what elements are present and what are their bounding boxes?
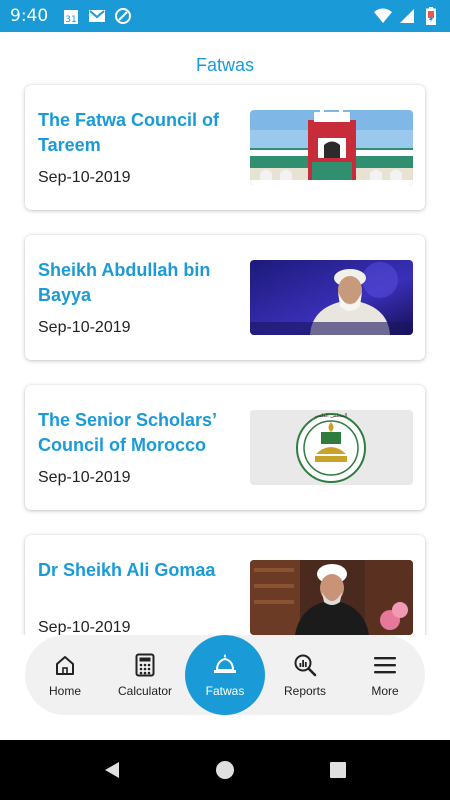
fatwa-card[interactable]: Dr Sheikh Ali Gomaa Sep-10-2019 (25, 535, 425, 635)
home-icon (52, 652, 78, 678)
wifi-icon (374, 7, 392, 25)
data-saver-icon (114, 7, 132, 25)
nav-label: Calculator (117, 684, 173, 698)
nav-more[interactable]: More (345, 635, 425, 715)
fatwa-date: Sep-10-2019 (38, 619, 131, 635)
back-icon[interactable] (100, 758, 124, 782)
fatwa-card[interactable]: The Senior Scholars’ Council of Morocco … (25, 385, 425, 510)
fatwa-card[interactable]: The Fatwa Council of Tareem Sep-10-2019 (25, 85, 425, 210)
nav-label: Home (48, 684, 81, 698)
app-header: Fatwas (0, 32, 450, 82)
recents-icon[interactable] (326, 758, 350, 782)
menu-icon (372, 652, 398, 678)
reports-search-icon (292, 652, 318, 678)
status-bar: 9:40 31 (0, 0, 450, 32)
fatwa-title: The Senior Scholars’ Council of Morocco (38, 410, 217, 455)
calendar-day: 31 (65, 15, 76, 25)
calculator-icon (132, 652, 158, 678)
mosque-icon (212, 652, 238, 678)
fatwa-date: Sep-10-2019 (38, 319, 131, 336)
gmail-icon (88, 7, 106, 25)
nav-label: Reports (283, 684, 327, 698)
page-title: Fatwas (195, 54, 255, 75)
fatwa-date: Sep-10-2019 (38, 169, 131, 186)
bottom-nav: Home Calculator Fatwas Reports More (25, 635, 425, 715)
status-time: 9:40 (10, 6, 49, 26)
fatwa-thumbnail (250, 260, 413, 335)
nav-label: Fatwas (205, 684, 245, 698)
battery-icon (422, 7, 440, 25)
fatwa-thumbnail: المجلس العلمي (250, 410, 413, 485)
nav-label: More (371, 684, 399, 698)
fatwa-title: Dr Sheikh Ali Gomaa (38, 560, 216, 580)
nav-calculator[interactable]: Calculator (105, 635, 185, 715)
calendar-icon: 31 (62, 7, 80, 25)
fatwa-title: The Fatwa Council of Tareem (38, 110, 220, 155)
nav-fatwas[interactable]: Fatwas (185, 635, 265, 715)
fatwa-date: Sep-10-2019 (38, 469, 131, 486)
fatwa-thumbnail (250, 110, 413, 185)
fatwa-title: Sheikh Abdullah bin Bayya (38, 260, 211, 305)
fatwa-thumbnail (250, 560, 413, 635)
fatwa-list[interactable]: The Fatwa Council of Tareem Sep-10-2019 (0, 82, 450, 635)
nav-reports[interactable]: Reports (265, 635, 345, 715)
system-nav-bar (0, 740, 450, 800)
home-circle-icon[interactable] (213, 758, 237, 782)
signal-icon (398, 7, 416, 25)
svg-text:المجلس العلمي: المجلس العلمي (315, 413, 348, 419)
fatwa-card[interactable]: Sheikh Abdullah bin Bayya Sep-10-2019 (25, 235, 425, 360)
nav-home[interactable]: Home (25, 635, 105, 715)
